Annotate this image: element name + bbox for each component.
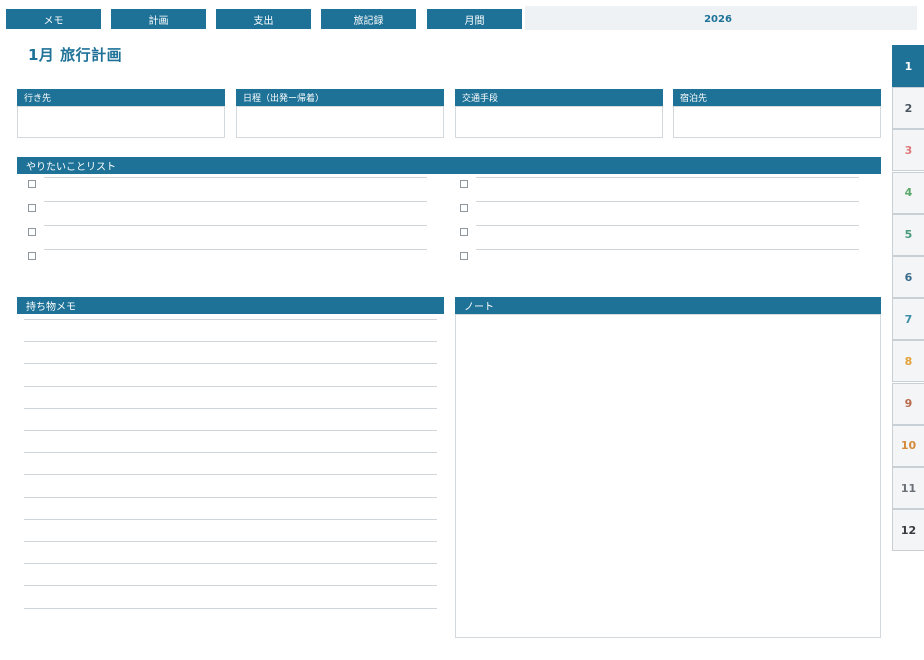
tab-monthly[interactable]: 月間 [427, 9, 522, 29]
schedule-header: 日程（出発ー帰着） [236, 89, 444, 106]
top-nav: メモ 計画 支出 旅記録 月間 2026 [0, 0, 924, 34]
packing-header: 持ち物メモ [17, 297, 444, 314]
month-tab-10[interactable]: 10 [892, 424, 924, 467]
packing-line[interactable] [24, 518, 437, 520]
month-tab-6[interactable]: 6 [892, 256, 924, 298]
transport-header: 交通手段 [455, 89, 663, 106]
todo-checkbox[interactable] [460, 228, 468, 236]
month-tab-4[interactable]: 4 [892, 171, 924, 214]
schedule-field[interactable] [236, 106, 444, 138]
month-tab-8[interactable]: 8 [892, 340, 924, 383]
destination-field[interactable] [17, 106, 225, 138]
page-title: 1月 旅行計画 [28, 46, 123, 64]
todo-line[interactable] [44, 201, 427, 202]
month-tab-12[interactable]: 12 [892, 509, 924, 552]
packing-line[interactable] [24, 385, 437, 387]
tab-memo[interactable]: メモ [6, 9, 101, 29]
packing-line[interactable] [24, 474, 437, 476]
tab-expenses[interactable]: 支出 [216, 9, 311, 29]
packing-line[interactable] [24, 563, 437, 565]
todo-checkbox[interactable] [28, 252, 36, 260]
tab-travel-log[interactable]: 旅記録 [321, 9, 416, 29]
month-tab-11[interactable]: 11 [892, 467, 924, 509]
packing-line[interactable] [24, 585, 437, 587]
destination-header: 行き先 [17, 89, 225, 106]
month-tab-9[interactable]: 9 [892, 382, 924, 425]
packing-line[interactable] [24, 430, 437, 431]
packing-line[interactable] [24, 541, 437, 542]
month-tab-7[interactable]: 7 [892, 298, 924, 341]
lodging-header: 宿泊先 [673, 89, 881, 106]
todo-checkbox[interactable] [28, 204, 36, 212]
packing-line[interactable] [24, 407, 437, 409]
month-tab-3[interactable]: 3 [892, 129, 924, 172]
packing-line[interactable] [24, 341, 437, 343]
todo-line[interactable] [44, 249, 427, 250]
month-tab-2[interactable]: 2 [892, 87, 924, 130]
transport-field[interactable] [455, 106, 663, 138]
packing-line[interactable] [24, 363, 437, 365]
packing-line[interactable] [24, 607, 437, 609]
todo-line[interactable] [476, 201, 859, 202]
todo-line[interactable] [476, 249, 859, 250]
todo-line[interactable] [476, 225, 859, 226]
todo-line[interactable] [44, 177, 427, 178]
lodging-field[interactable] [673, 106, 881, 138]
notes-header: ノート [455, 297, 881, 314]
year-label: 2026 [704, 13, 732, 25]
packing-line[interactable] [24, 319, 437, 320]
todo-line[interactable] [476, 177, 859, 178]
packing-line[interactable] [24, 496, 437, 498]
todo-header: やりたいことリスト [17, 157, 881, 174]
todo-checkbox[interactable] [460, 252, 468, 260]
month-tab-5[interactable]: 5 [892, 213, 924, 256]
packing-line[interactable] [24, 452, 437, 454]
todo-line[interactable] [44, 225, 427, 226]
todo-checkbox[interactable] [28, 228, 36, 236]
notes-area[interactable] [455, 314, 881, 638]
todo-checkbox[interactable] [28, 180, 36, 188]
todo-checkbox[interactable] [460, 204, 468, 212]
todo-checkbox[interactable] [460, 180, 468, 188]
month-tab-1[interactable]: 1 [892, 45, 924, 87]
tab-plan[interactable]: 計画 [111, 9, 206, 29]
